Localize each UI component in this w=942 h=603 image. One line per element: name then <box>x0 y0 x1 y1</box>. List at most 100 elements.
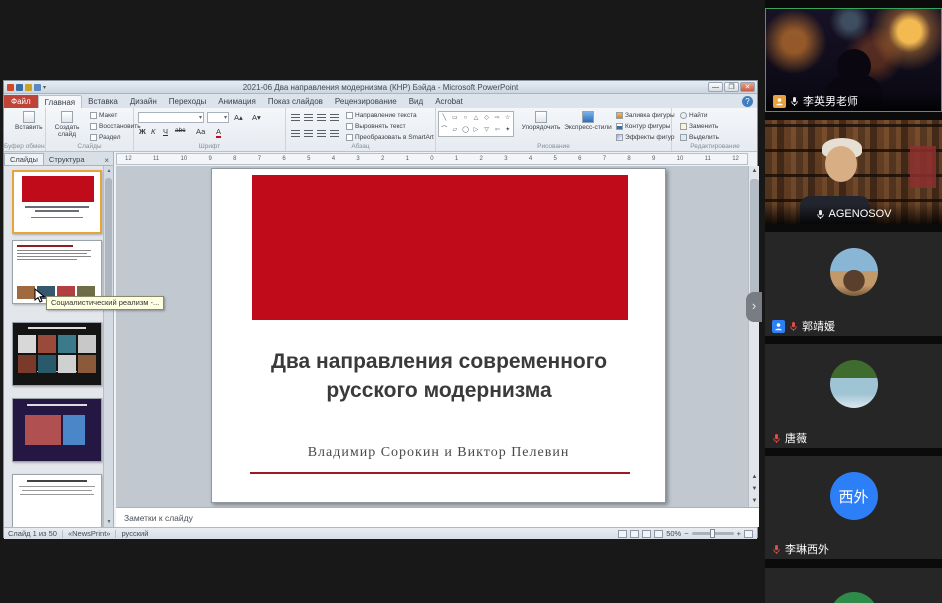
video-tile-1[interactable]: 李英男老师 <box>765 8 942 112</box>
help-icon[interactable]: ? <box>742 96 753 107</box>
replace-button[interactable]: Заменить <box>680 123 718 130</box>
slide-thumbnail-4[interactable] <box>12 398 102 462</box>
select-button[interactable]: Выделить <box>680 134 719 141</box>
scroll-up-icon[interactable]: ▲ <box>749 166 760 177</box>
arrange-button[interactable]: Упорядочить <box>520 111 562 131</box>
ribbon-tab[interactable]: Вставка <box>82 95 124 108</box>
shape-icon[interactable]: ╲ <box>439 112 450 124</box>
vertical-scrollbar[interactable]: ▲ ▲ ▼ ▼ <box>748 166 759 507</box>
previous-slide-icon[interactable]: ▲ <box>749 472 760 483</box>
video-tile-6-partial[interactable] <box>765 568 942 603</box>
video-tile-4[interactable]: 唐薇 <box>765 344 942 448</box>
shape-icon[interactable]: ▷ <box>471 124 482 136</box>
zoom-slider-thumb[interactable] <box>710 529 715 538</box>
justify-icon[interactable] <box>330 130 339 137</box>
panel-collapse-chevron-icon[interactable]: › <box>746 292 762 322</box>
shape-icon[interactable]: △ <box>471 112 482 124</box>
paste-button[interactable]: Вставить <box>15 111 43 131</box>
shape-icon[interactable]: ✦ <box>502 124 513 136</box>
language-indicator[interactable]: русский <box>121 529 148 538</box>
slide-canvas[interactable]: Два направления современного русского мо… <box>116 166 748 507</box>
section-button[interactable]: Раздел <box>90 134 120 141</box>
layout-button[interactable]: Макет <box>90 112 117 119</box>
shape-icon[interactable]: ▱ <box>450 124 461 136</box>
shrink-font-button[interactable]: А▾ <box>252 113 261 122</box>
ribbon-tab[interactable]: Показ слайдов <box>262 95 329 108</box>
next-slide-icon[interactable]: ▼ <box>749 484 760 495</box>
zoom-percent[interactable]: 50% <box>666 529 681 538</box>
bullets-icon[interactable] <box>291 114 300 121</box>
ribbon-tab[interactable]: Рецензирование <box>329 95 403 108</box>
minimize-button[interactable]: — <box>708 82 723 92</box>
tab-slides[interactable]: Слайды <box>4 153 44 165</box>
smartart-button[interactable]: Преобразовать в SmartArt <box>346 134 434 141</box>
slideshow-view-icon[interactable] <box>654 530 663 538</box>
font-size-combo[interactable]: ▾ <box>207 112 229 123</box>
quick-styles-button[interactable]: Экспресс-стили <box>564 111 612 131</box>
close-button[interactable]: ✕ <box>740 82 755 92</box>
scroll-down-icon[interactable]: ▼ <box>749 496 760 507</box>
ribbon-tab[interactable]: Переходы <box>163 95 213 108</box>
bold-button[interactable]: Ж <box>139 127 146 136</box>
italic-button[interactable]: К <box>151 127 155 136</box>
thumbnail-scrollbar[interactable]: ▲ ▼ <box>103 166 113 527</box>
numbering-icon[interactable] <box>304 114 313 121</box>
shape-fill-button[interactable]: Заливка фигуры <box>616 112 675 119</box>
slide-title[interactable]: Два направления современного русского мо… <box>229 347 649 405</box>
shape-effects-button[interactable]: Эффекты фигур <box>616 134 675 141</box>
panel-close-icon[interactable]: × <box>100 156 113 165</box>
notes-pane[interactable]: Заметки к слайду <box>116 507 759 527</box>
ribbon-tab[interactable]: Вид <box>403 95 429 108</box>
font-name-combo[interactable]: ▾ <box>138 112 204 123</box>
slide-sorter-view-icon[interactable] <box>630 530 639 538</box>
indent-decrease-icon[interactable] <box>317 114 326 121</box>
video-tile-5[interactable]: 西外 李琳西外 <box>765 456 942 559</box>
ribbon-tab[interactable]: Acrobat <box>429 95 469 108</box>
title-bar[interactable]: ▾ 2021-06 Два направления модернизма (КН… <box>4 81 757 94</box>
tab-outline[interactable]: Структура <box>44 154 90 165</box>
shape-icon[interactable]: ○ <box>460 112 471 124</box>
shape-icon[interactable]: ⇦ <box>492 124 503 136</box>
slide-red-banner[interactable] <box>252 175 628 320</box>
ribbon-tab[interactable]: Анимация <box>212 95 262 108</box>
fit-to-window-icon[interactable] <box>744 530 753 538</box>
grow-font-button[interactable]: А▴ <box>234 113 243 122</box>
align-text-button[interactable]: Выровнять текст <box>346 123 406 130</box>
align-left-icon[interactable] <box>291 130 300 137</box>
reading-view-icon[interactable] <box>642 530 651 538</box>
align-center-icon[interactable] <box>304 130 313 137</box>
normal-view-icon[interactable] <box>618 530 627 538</box>
scrollbar-thumb[interactable] <box>105 178 112 298</box>
new-slide-button[interactable]: Создать слайд <box>49 111 85 138</box>
zoom-in-icon[interactable]: + <box>737 529 741 538</box>
shape-icon[interactable]: ▭ <box>450 112 461 124</box>
scroll-down-icon[interactable]: ▼ <box>104 517 114 527</box>
indent-increase-icon[interactable] <box>330 114 339 121</box>
ribbon-tab[interactable]: Главная <box>38 95 82 108</box>
shape-icon[interactable]: ⇨ <box>492 112 503 124</box>
zoom-out-icon[interactable]: − <box>684 529 688 538</box>
ribbon-tab[interactable]: Дизайн <box>124 95 163 108</box>
text-direction-button[interactable]: Направление текста <box>346 112 417 119</box>
slide-thumbnail-5[interactable] <box>12 474 102 527</box>
current-slide[interactable]: Два направления современного русского мо… <box>211 168 666 503</box>
slide-thumbnail-1[interactable] <box>12 170 102 234</box>
maximize-button[interactable]: ❐ <box>724 82 739 92</box>
video-tile-2[interactable]: AGENOSOV <box>765 120 942 224</box>
change-case-button[interactable]: Аа <box>196 127 205 136</box>
shape-icon[interactable]: ◯ <box>460 124 471 136</box>
shape-outline-button[interactable]: Контур фигуры <box>616 123 670 130</box>
strikethrough-button[interactable]: abc <box>175 127 185 134</box>
scroll-up-icon[interactable]: ▲ <box>104 166 114 176</box>
shape-icon[interactable]: ◇ <box>481 112 492 124</box>
align-right-icon[interactable] <box>317 130 326 137</box>
file-tab[interactable]: Файл <box>4 95 38 108</box>
find-button[interactable]: Найти <box>680 112 708 119</box>
shape-icon[interactable]: ☆ <box>502 112 513 124</box>
shape-icon[interactable]: ⌒ <box>439 124 450 136</box>
slide-thumbnail-3[interactable] <box>12 322 102 386</box>
video-tile-3[interactable]: 郭靖媛 <box>765 232 942 336</box>
zoom-slider[interactable] <box>692 532 734 535</box>
shape-icon[interactable]: ▽ <box>481 124 492 136</box>
slide-subtitle[interactable]: Владимир Сорокин и Виктор Пелевин <box>212 445 665 461</box>
